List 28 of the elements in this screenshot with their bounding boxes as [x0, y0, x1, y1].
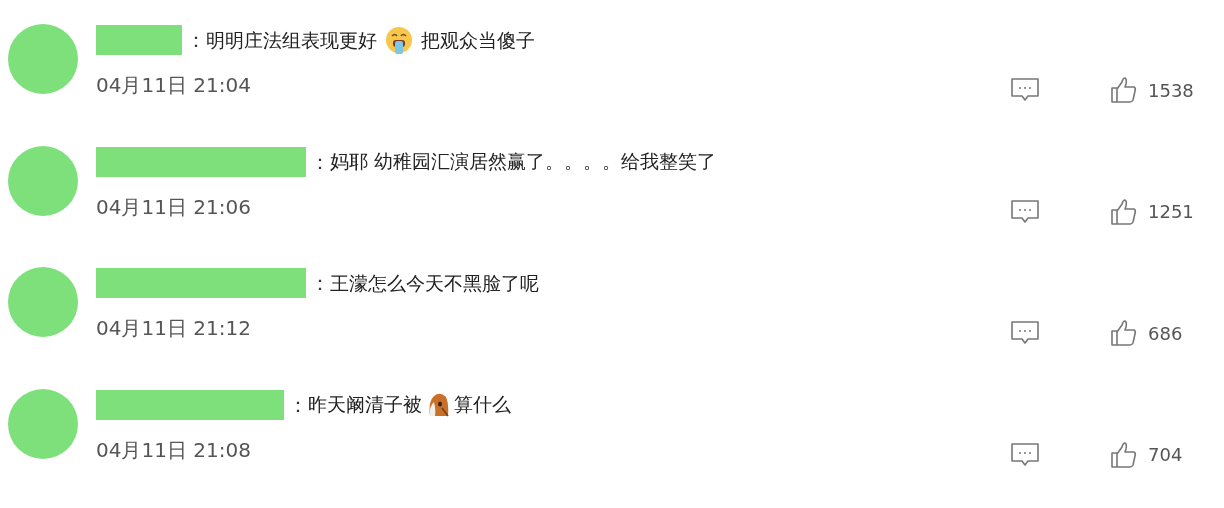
- comment-icon[interactable]: [1010, 441, 1040, 468]
- like-count: 704: [1148, 443, 1184, 467]
- comment-text: 算什么: [454, 392, 511, 418]
- comment-text: 王濛怎么今天不黑脸了呢: [330, 270, 539, 296]
- comment-icon[interactable]: [1010, 198, 1040, 225]
- like-count: 1538: [1148, 78, 1194, 103]
- comment-time: 04月11日 21:12: [96, 315, 251, 342]
- name-separator: ：: [310, 148, 330, 176]
- comment-time: 04月11日 21:06: [96, 193, 251, 221]
- name-separator: ：: [310, 270, 330, 297]
- like-count: 1251: [1148, 200, 1194, 224]
- comment-icon[interactable]: [1010, 77, 1040, 103]
- thumbs-up-icon[interactable]: [1110, 440, 1138, 469]
- comment-text: 妈耶 幼稚园汇演居然赢了。。。。给我整笑了: [330, 149, 717, 175]
- name-separator: ：: [288, 391, 308, 419]
- comment-time: 04月11日 21:08: [96, 436, 251, 464]
- name-separator: ：: [186, 27, 206, 54]
- like-count: 686: [1148, 321, 1184, 346]
- animal-head-icon: [426, 391, 450, 418]
- thumbs-up-icon[interactable]: [1110, 197, 1138, 226]
- comment-text: 把观众当傻子: [421, 27, 535, 53]
- comment-text: 昨天阚清子被: [308, 392, 422, 418]
- thumbs-up-icon[interactable]: [1110, 76, 1138, 104]
- thumbs-up-icon[interactable]: [1110, 319, 1138, 347]
- comment-icon[interactable]: [1010, 320, 1040, 346]
- crying-face-icon: [385, 26, 413, 54]
- comment-text: 明明庄法组表现更好: [206, 27, 377, 53]
- comment-time: 04月11日 21:04: [96, 72, 251, 99]
